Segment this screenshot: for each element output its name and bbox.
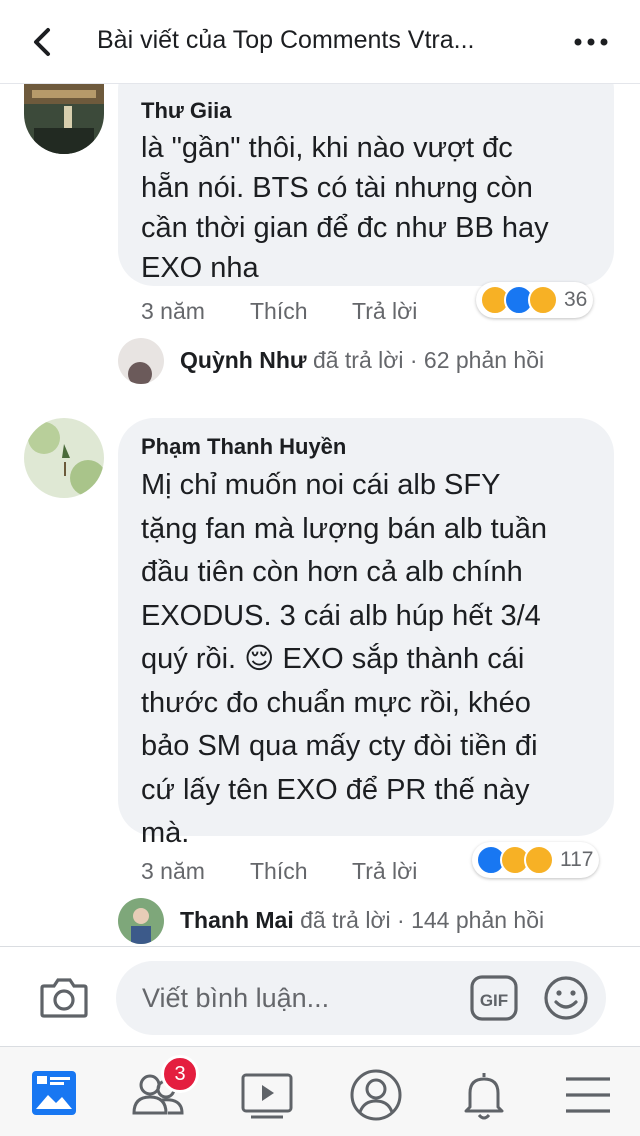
reaction-summary[interactable]: 117 <box>472 842 600 878</box>
comment-bubble[interactable]: Phạm Thanh Huyền Mị chỉ muốn noi cái alb… <box>118 418 614 849</box>
emoji-button[interactable] <box>542 974 590 1022</box>
video-icon <box>241 1073 293 1119</box>
view-replies-link[interactable]: Thanh Mai đã trả lời · 144 phản hồi <box>180 907 544 934</box>
reply-count: 62 phản hồi <box>423 347 545 373</box>
avatar-photo <box>118 338 164 384</box>
reply-action: đã trả lời <box>300 907 391 933</box>
gif-label: GIF <box>480 991 508 1010</box>
comment-time: 3 năm <box>141 298 205 324</box>
bottom-tab-bar: 3 <box>0 1046 640 1136</box>
hamburger-menu-icon <box>566 1077 610 1113</box>
avatar-photo <box>24 84 104 154</box>
comment-time: 3 năm <box>141 858 205 884</box>
view-replies-link[interactable]: Quỳnh Như đã trả lời · 62 phản hồi <box>180 347 544 374</box>
reply-link[interactable]: Trả lời <box>352 858 417 885</box>
chevron-left-icon <box>34 28 50 56</box>
reply-avatar[interactable] <box>118 898 164 944</box>
like-link[interactable]: Thích <box>250 858 308 885</box>
comment-composer: GIF <box>0 946 640 1046</box>
reply-avatar[interactable] <box>118 338 164 384</box>
gif-button[interactable]: GIF <box>470 975 518 1021</box>
like-link[interactable]: Thích <box>250 298 308 325</box>
top-bar: Bài viết của Top Comments Vtra... <box>0 0 640 84</box>
tab-profile[interactable] <box>346 1065 406 1125</box>
comment-author[interactable]: Phạm Thanh Huyền <box>141 434 614 460</box>
reply-author: Quỳnh Như <box>180 347 307 373</box>
tab-menu[interactable] <box>558 1065 618 1125</box>
comment-meta: 3 năm <box>141 858 205 885</box>
bell-icon <box>464 1073 504 1120</box>
news-feed-icon <box>32 1071 76 1115</box>
comment-text: Mị chỉ muốn noi cái alb SFY tặng fan mà … <box>141 469 548 849</box>
notification-badge: 3 <box>161 1055 199 1093</box>
more-options-button[interactable] <box>566 24 616 60</box>
reaction-summary[interactable]: 36 <box>476 282 594 318</box>
avatar[interactable] <box>24 84 104 154</box>
sad-reaction-icon <box>528 285 558 315</box>
comment-input[interactable] <box>116 961 606 1035</box>
reply-author: Thanh Mai <box>180 907 294 933</box>
reply-separator: · <box>397 907 405 933</box>
avatar[interactable] <box>24 418 104 498</box>
reaction-count: 117 <box>560 848 594 871</box>
camera-button[interactable] <box>38 974 90 1020</box>
comment-author[interactable]: Thư Giia <box>141 98 614 124</box>
comment-bubble[interactable]: Thư Giia là "gần" thôi, khi nào vượt đc … <box>118 84 614 286</box>
comment-meta: 3 năm <box>141 298 205 325</box>
profile-icon <box>350 1069 402 1121</box>
reply-action: đã trả lời <box>312 347 404 373</box>
comment-text: là "gần" thôi, khi nào vượt đc hẵn nói. … <box>141 132 549 284</box>
tab-news-feed[interactable] <box>24 1065 84 1125</box>
avatar-photo <box>118 898 164 944</box>
reply-count: 144 phản hồi <box>411 907 545 933</box>
reply-link[interactable]: Trả lời <box>352 298 417 325</box>
tab-notifications[interactable] <box>454 1065 514 1125</box>
smile-icon <box>544 976 588 1020</box>
avatar-photo <box>24 418 104 498</box>
sad-reaction-icon <box>524 845 554 875</box>
more-dots-icon <box>574 38 608 46</box>
back-button[interactable] <box>22 20 66 64</box>
gif-icon: GIF <box>470 975 518 1021</box>
page-title: Bài viết của Top Comments Vtra... <box>97 26 475 54</box>
reaction-count: 36 <box>564 288 588 311</box>
comments-feed[interactable]: Thư Giia là "gần" thôi, khi nào vượt đc … <box>0 84 640 946</box>
reply-separator: · <box>409 347 418 373</box>
camera-icon <box>40 978 88 1018</box>
tab-watch[interactable] <box>237 1065 297 1125</box>
